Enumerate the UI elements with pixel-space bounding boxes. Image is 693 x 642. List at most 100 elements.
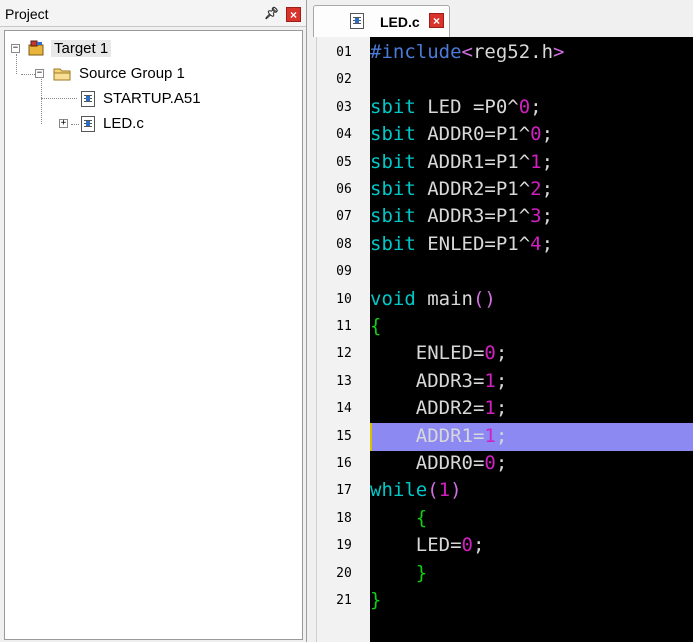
code-line: void main() — [370, 286, 496, 313]
target-label: Target 1 — [51, 40, 112, 57]
code-token: ; — [495, 452, 508, 474]
line-number: 05 — [336, 154, 352, 170]
line-number: 10 — [336, 291, 352, 307]
code-token: < — [461, 41, 473, 63]
line-number: 11 — [336, 319, 352, 334]
code-token: sbit — [370, 123, 416, 146]
code-line: ENLED=0; — [370, 340, 508, 367]
expand-icon[interactable]: + — [59, 119, 68, 128]
code-token: 1 — [530, 150, 542, 173]
tree-label-file: LED.c — [103, 115, 144, 132]
code-token: ADDR2= — [370, 397, 485, 420]
code-token: 1 — [484, 397, 496, 420]
folder-icon — [53, 68, 71, 81]
collapse-icon[interactable]: − — [35, 69, 44, 78]
code-token: ; — [541, 123, 554, 146]
line-number: 03 — [336, 99, 352, 115]
code-token: } — [370, 589, 382, 611]
code-token: LED =P0^ — [415, 95, 519, 118]
code-token: sbit — [370, 95, 416, 118]
code-token: ADDR1= — [370, 424, 485, 447]
code-token: 1 — [438, 479, 451, 502]
code-line: } — [370, 587, 381, 614]
code-token: 1 — [484, 369, 496, 392]
code-line: sbit ADDR0=P1^0; — [370, 121, 553, 148]
line-number: 16 — [336, 456, 352, 471]
code-token: 0 — [484, 342, 496, 365]
tree-label-file: STARTUP.A51 — [103, 90, 201, 107]
code-token: } — [370, 561, 428, 584]
collapse-icon[interactable]: − — [11, 44, 20, 53]
file-icon — [81, 91, 95, 107]
line-number: 07 — [336, 209, 352, 225]
code-token: ; — [495, 397, 508, 420]
code-token: ADDR2=P1^ — [415, 178, 531, 200]
code-line: sbit ADDR2=P1^2; — [370, 176, 553, 203]
tree-node-file[interactable]: STARTUP.A51 — [79, 89, 229, 109]
code-token: 2 — [530, 178, 542, 200]
code-line: } — [370, 560, 427, 587]
tab-led-c[interactable]: LED.c × — [313, 5, 450, 37]
code-token: ADDR1=P1^ — [415, 150, 531, 173]
code-token: { — [370, 315, 382, 337]
line-number: 19 — [336, 538, 352, 554]
pin-icon[interactable]: 📌︎ — [264, 6, 279, 20]
line-number: 21 — [336, 593, 352, 608]
line-number: 08 — [336, 236, 352, 252]
code-token: ENLED= — [370, 342, 485, 365]
code-token: () — [472, 287, 496, 310]
tree-node-target[interactable]: − Target 1 — [11, 39, 131, 59]
code-token: sbit — [370, 205, 416, 228]
editor-tab-bar: LED.c × — [311, 0, 693, 37]
code-token: ADDR3= — [370, 369, 485, 392]
tree-node-source-group[interactable]: − Source Group 1 — [35, 64, 205, 84]
tab-close-icon[interactable]: × — [429, 13, 444, 28]
code-token: ; — [541, 232, 554, 255]
line-number: 18 — [336, 510, 352, 526]
code-token: 0 — [518, 95, 531, 118]
target-icon — [28, 40, 44, 56]
code-token: ; — [541, 150, 554, 173]
code-line: while(1) — [370, 477, 462, 504]
tab-label: LED.c — [380, 14, 420, 30]
code-token: 3 — [530, 205, 542, 228]
code-token: ; — [472, 534, 485, 557]
panel-close-icon[interactable]: × — [286, 7, 301, 22]
code-token: #include — [370, 41, 462, 63]
project-panel-header: Project 📌︎ × — [0, 0, 306, 27]
line-number: 13 — [336, 373, 352, 389]
line-number: 20 — [336, 565, 352, 581]
project-tree: − Target 1 − Source Group 1 STARTUP.A51 — [4, 30, 303, 640]
line-number: 04 — [336, 127, 352, 143]
code-token: 0 — [484, 452, 496, 474]
code-text-area[interactable]: #include<reg52.h> sbit LED =P0^0; sbit ADD… — [370, 37, 693, 642]
tree-connector — [41, 98, 77, 99]
line-number: 17 — [336, 483, 352, 499]
code-token: ADDR3=P1^ — [415, 205, 531, 228]
line-number: 14 — [336, 401, 352, 417]
code-line: ADDR2=1; — [370, 395, 508, 422]
code-line: sbit ADDR1=P1^1; — [370, 149, 553, 176]
code-token: ADDR0= — [370, 452, 485, 474]
code-token: ( — [427, 479, 439, 502]
code-line: { — [370, 313, 381, 340]
code-token: ; — [541, 205, 554, 228]
line-number: 02 — [336, 72, 352, 88]
code-token: ENLED=P1^ — [415, 232, 531, 255]
code-token: sbit — [370, 232, 416, 255]
code-token: reg52.h — [472, 41, 554, 63]
code-token: > — [553, 41, 565, 63]
code-token: main — [415, 287, 473, 310]
code-token: ; — [541, 178, 554, 200]
line-number: 15 — [336, 428, 352, 444]
code-token: { — [370, 506, 428, 529]
code-token: ) — [450, 479, 462, 502]
tree-label-source-group: Source Group 1 — [79, 65, 185, 82]
tree-node-file[interactable]: + LED.c — [59, 114, 179, 134]
code-token: ADDR0=P1^ — [415, 123, 531, 146]
code-token: sbit — [370, 178, 416, 200]
code-token: 4 — [530, 232, 542, 255]
code-token: sbit — [370, 150, 416, 173]
code-token: ; — [495, 424, 508, 447]
line-number: 06 — [336, 182, 352, 197]
